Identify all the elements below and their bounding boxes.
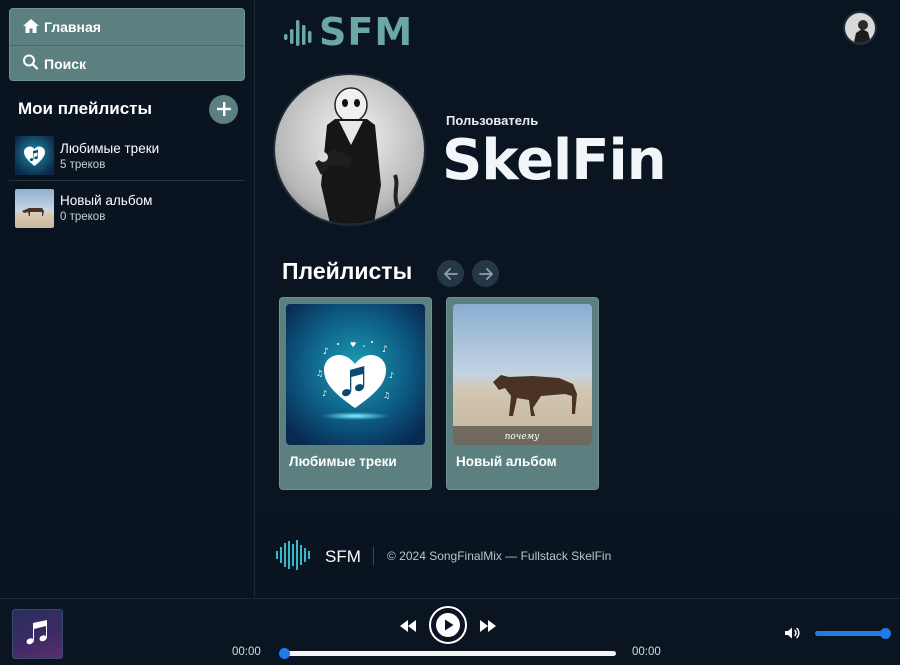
- playlist-card-label: Любимые треки: [289, 454, 397, 469]
- sidebar-playlist-name: Любимые треки: [60, 140, 160, 156]
- profile-username: SkelFin: [442, 128, 667, 193]
- my-playlists-header: Мои плейлисты: [18, 94, 238, 124]
- rewind-icon: [400, 620, 416, 632]
- svg-text:♫: ♫: [383, 391, 390, 400]
- playlist-card-label: Новый альбом: [456, 454, 557, 469]
- current-time: 00:00: [232, 646, 261, 658]
- playlist-card-new-album[interactable]: почему Новый альбом: [446, 297, 599, 490]
- arrow-left-icon: [443, 267, 458, 280]
- volume-thumb[interactable]: [880, 628, 892, 639]
- new-album-cover-image: почему: [453, 304, 592, 445]
- playlists-section-title: Плейлисты: [282, 258, 413, 284]
- progress-thumb[interactable]: [279, 648, 290, 659]
- nav-box: Главная Поиск: [9, 8, 245, 81]
- previous-track-button[interactable]: [398, 617, 418, 635]
- nav-home-label: Главная: [44, 19, 101, 35]
- home-icon: [22, 18, 44, 37]
- music-note-icon: [26, 620, 47, 645]
- progress-slider[interactable]: [279, 648, 616, 659]
- cover-caption: почему: [505, 432, 541, 442]
- arrow-right-icon: [478, 267, 493, 280]
- sidebar-playlist-count: 5 треков: [60, 158, 106, 171]
- search-icon: [22, 54, 44, 73]
- my-playlists-title: Мои плейлисты: [18, 99, 153, 118]
- footer-brand: SFM: [325, 547, 361, 566]
- nav-home[interactable]: Главная: [10, 9, 244, 45]
- user-avatar-button[interactable]: [843, 11, 877, 45]
- profile-avatar: [273, 73, 426, 226]
- new-album-thumbnail: [15, 188, 54, 228]
- sound-wave-logo-icon: [284, 20, 312, 46]
- svg-text:♥: ♥: [350, 341, 356, 349]
- play-button[interactable]: [429, 606, 467, 644]
- volume-icon[interactable]: [784, 626, 802, 645]
- sidebar-playlist-name: Новый альбом: [60, 193, 153, 208]
- nav-search[interactable]: Поиск: [10, 45, 244, 81]
- svg-text:♪: ♪: [389, 371, 394, 380]
- user-role-label: Пользователь: [446, 113, 539, 128]
- footer-logo-icon: [275, 539, 313, 576]
- nav-search-label: Поиск: [44, 55, 87, 72]
- sidebar-playlist-favorites[interactable]: Любимые треки 5 треков: [9, 131, 245, 181]
- play-icon: [436, 613, 460, 637]
- footer-divider: [373, 547, 374, 565]
- volume-slider[interactable]: [815, 628, 892, 639]
- add-playlist-button[interactable]: [209, 94, 238, 124]
- page-footer: SFM © 2024 SongFinalMix — Fullstack Skel…: [256, 515, 900, 598]
- next-track-button[interactable]: [478, 617, 498, 635]
- svg-text:♪: ♪: [382, 345, 388, 355]
- logo-text: SFM: [319, 10, 414, 54]
- playlist-card-favorites[interactable]: ♪ ♪ ♫ ♪ ♪ ♫ ♥ Любимые треки: [279, 297, 432, 490]
- now-playing-cover: [12, 609, 63, 659]
- sidebar-playlist-new-album[interactable]: Новый альбом 0 треков: [9, 183, 245, 233]
- plus-icon: [216, 102, 231, 116]
- favorites-thumbnail: [15, 136, 54, 175]
- svg-text:♫: ♫: [316, 369, 323, 378]
- sidebar-playlist-count: 0 треков: [60, 211, 106, 223]
- svg-text:♪: ♪: [323, 347, 329, 357]
- track-duration: 00:00: [632, 646, 661, 658]
- player-bar: 00:00 00:00: [0, 598, 900, 665]
- fast-forward-icon: [480, 620, 496, 632]
- main-content: SFM Пользователь SkelFin Плейлисты ♪ ♪ ♫…: [256, 0, 900, 598]
- app-logo[interactable]: SFM: [283, 10, 413, 54]
- svg-text:♪: ♪: [322, 389, 327, 398]
- carousel-next-button[interactable]: [472, 260, 499, 287]
- sidebar: Главная Поиск Мои плейлисты Любимые трек…: [0, 0, 255, 598]
- carousel-prev-button[interactable]: [437, 260, 464, 287]
- footer-copyright: © 2024 SongFinalMix — Fullstack SkelFin: [387, 549, 612, 563]
- favorites-cover-image: ♪ ♪ ♫ ♪ ♪ ♫ ♥: [286, 304, 425, 445]
